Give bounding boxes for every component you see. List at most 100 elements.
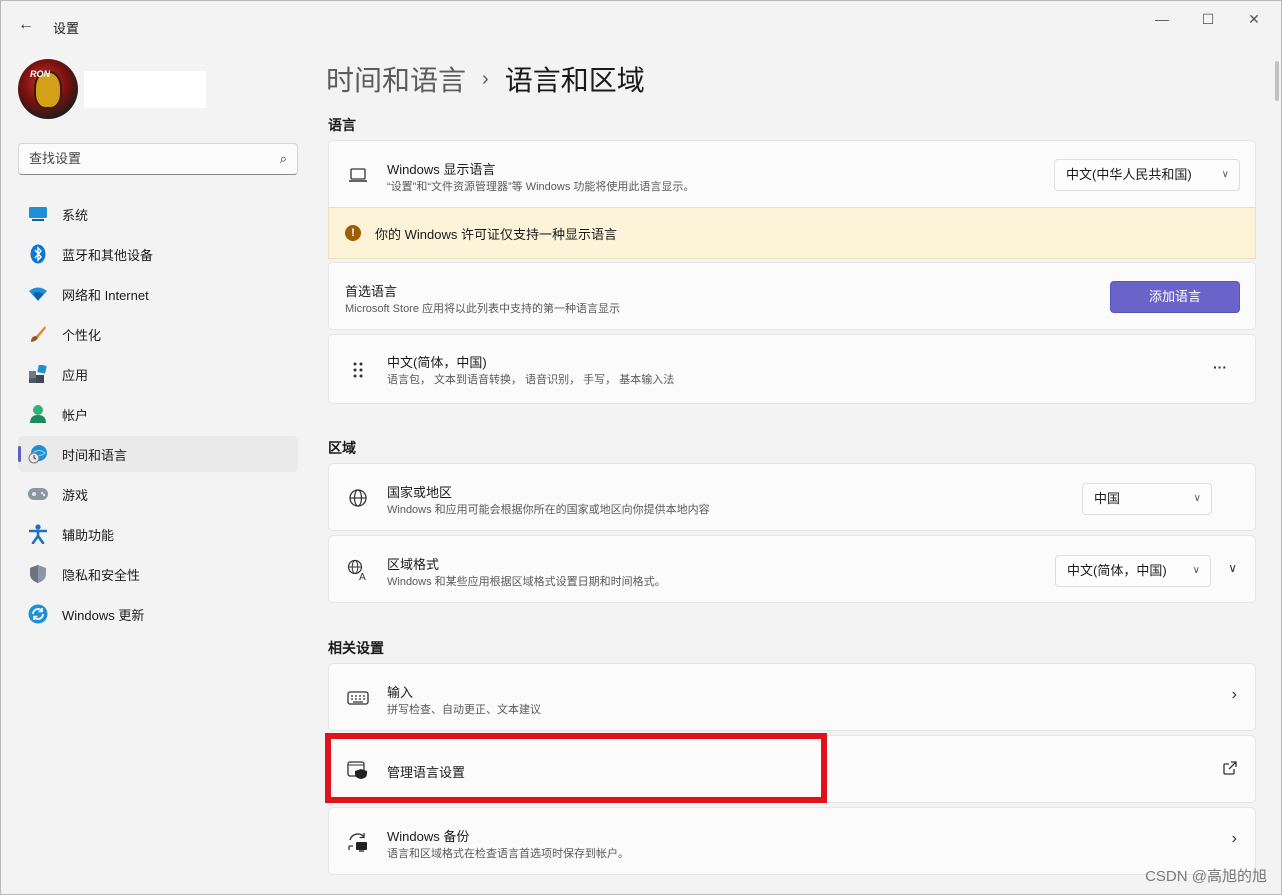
username-redacted [84,71,206,108]
time-language-icon [28,444,48,464]
regional-format-card[interactable]: A 区域格式 Windows 和某些应用根据区域格式设置日期和时间格式。 中文(… [328,535,1256,603]
sidebar-item-label: 隐私和安全性 [62,567,141,583]
shield-icon [28,564,48,584]
back-arrow-icon[interactable]: ← [15,14,37,36]
preferred-languages-title: 首选语言 [345,284,398,299]
chevron-right-icon: › [1231,830,1237,847]
typing-card[interactable]: 输入 拼写检查、自动更正、文本建议 › [328,663,1256,731]
display-language-subtitle: “设置”和“文件资源管理器”等 Windows 功能将使用此语言显示。 [387,181,695,193]
settings-window: ← 设置 — ☐ ✕ RON ⌕ 系统 蓝牙和其他设备 [0,0,1282,895]
display-language-title: Windows 显示语言 [387,162,496,177]
admin-language-card[interactable]: 管理语言设置 [328,735,1256,803]
country-subtitle: Windows 和应用可能会根据你所在的国家或地区向你提供本地内容 [387,504,710,516]
breadcrumb-parent[interactable]: 时间和语言 [326,59,466,99]
regional-format-title: 区域格式 [387,557,440,572]
maximize-button[interactable]: ☐ [1185,7,1231,31]
sidebar-item-windows-update[interactable]: Windows 更新 [18,596,298,632]
section-title-related: 相关设置 [328,640,384,656]
sidebar-nav: 系统 蓝牙和其他设备 网络和 Internet 个性化 应用 帐户 时间和语言 … [18,196,298,636]
bluetooth-icon [28,244,48,264]
sidebar-item-label: 辅助功能 [62,527,115,543]
backup-subtitle: 语言和区域格式在检查语言首选项时保存到帐户。 [387,848,629,860]
sidebar-item-personalization[interactable]: 个性化 [18,316,298,352]
avatar-tag: RON [30,69,50,79]
typing-subtitle: 拼写检查、自动更正、文本建议 [387,704,541,716]
sidebar-item-time-language[interactable]: 时间和语言 [18,436,298,472]
display-language-card: Windows 显示语言 “设置”和“文件资源管理器”等 Windows 功能将… [328,140,1256,208]
app-title: 设置 [53,21,80,36]
sidebar-item-label: 应用 [62,367,89,383]
sidebar-item-bluetooth[interactable]: 蓝牙和其他设备 [18,236,298,272]
breadcrumb-separator-icon: › [482,67,489,90]
section-title-region: 区域 [328,440,356,456]
backup-title: Windows 备份 [387,829,470,844]
add-language-button[interactable]: 添加语言 [1110,281,1240,313]
sidebar-item-privacy[interactable]: 隐私和安全性 [18,556,298,592]
apps-icon [28,364,48,384]
system-icon [28,204,48,224]
breadcrumb: 时间和语言 › 语言和区域 [326,59,645,99]
language-entry-title: 中文(简体，中国) [387,355,487,370]
title-bar: ← 设置 — ☐ ✕ [1,1,1281,49]
chevron-down-icon: ∨ [1193,493,1201,504]
sidebar-item-label: 网络和 Internet [62,287,149,303]
language-entry-subtitle: 语言包， 文本到语音转换， 语音识别， 手写， 基本输入法 [387,374,675,386]
expand-chevron-icon[interactable]: ∨ [1228,561,1237,575]
scrollbar-thumb[interactable] [1275,61,1279,101]
update-icon [28,604,48,624]
external-link-icon [1223,761,1237,780]
page-title: 语言和区域 [504,65,645,96]
wifi-icon [28,284,48,304]
sidebar-item-label: Windows 更新 [62,607,145,623]
warning-icon: ! [345,225,361,241]
account-icon [28,404,48,424]
chevron-down-icon: ∨ [1192,565,1200,576]
admin-shield-window-icon [347,759,369,781]
backup-icon [347,831,369,853]
sidebar-item-accessibility[interactable]: 辅助功能 [18,516,298,552]
sidebar-item-label: 系统 [62,207,89,223]
regional-format-dropdown[interactable]: 中文(简体，中国) ∨ [1055,555,1211,587]
brush-icon [28,324,48,344]
avatar[interactable]: RON [18,59,78,119]
minimize-button[interactable]: — [1139,7,1185,31]
regional-format-value: 中文(简体，中国) [1067,563,1167,578]
regional-format-subtitle: Windows 和某些应用根据区域格式设置日期和时间格式。 [387,576,666,588]
sidebar-item-label: 蓝牙和其他设备 [62,247,154,263]
laptop-icon [347,164,369,186]
sidebar-item-label: 帐户 [62,407,89,423]
keyboard-icon [347,687,369,709]
sidebar-item-gaming[interactable]: 游戏 [18,476,298,512]
typing-title: 输入 [387,685,414,700]
country-title: 国家或地区 [387,485,453,500]
svg-text:A: A [359,572,366,581]
regional-format-icon: A [347,559,369,581]
preferred-languages-subtitle: Microsoft Store 应用将以此列表中支持的第一种语言显示 [345,303,621,315]
sidebar-item-label: 时间和语言 [62,447,128,463]
sidebar-item-network[interactable]: 网络和 Internet [18,276,298,312]
globe-icon [347,487,369,509]
close-button[interactable]: ✕ [1231,7,1277,31]
search-icon[interactable]: ⌕ [280,151,287,167]
backup-card[interactable]: Windows 备份 语言和区域格式在检查语言首选项时保存到帐户。 › [328,807,1256,875]
language-entry-card[interactable]: 中文(简体，中国) 语言包， 文本到语音转换， 语音识别， 手写， 基本输入法 … [328,334,1256,404]
drag-handle-icon[interactable] [347,359,369,381]
preferred-languages-card: 首选语言 Microsoft Store 应用将以此列表中支持的第一种语言显示 … [328,262,1256,330]
display-language-value: 中文(中华人民共和国) [1066,167,1192,182]
search-box[interactable]: ⌕ [18,143,298,175]
search-input[interactable] [29,151,259,166]
accessibility-icon [28,524,48,544]
sidebar-item-apps[interactable]: 应用 [18,356,298,392]
country-value: 中国 [1094,491,1121,506]
warning-text: 你的 Windows 许可证仅支持一种显示语言 [375,227,617,242]
country-dropdown[interactable]: 中国 ∨ [1082,483,1212,515]
display-language-dropdown[interactable]: 中文(中华人民共和国) ∨ [1054,159,1240,191]
country-card: 国家或地区 Windows 和应用可能会根据你所在的国家或地区向你提供本地内容 … [328,463,1256,531]
watermark: CSDN @高旭的旭 [1145,868,1267,885]
chevron-down-icon: ∨ [1221,169,1229,180]
sidebar-item-system[interactable]: 系统 [18,196,298,232]
more-options-icon[interactable]: ··· [1213,359,1227,375]
section-title-language: 语言 [328,117,356,133]
chevron-right-icon: › [1231,686,1237,703]
sidebar-item-accounts[interactable]: 帐户 [18,396,298,432]
